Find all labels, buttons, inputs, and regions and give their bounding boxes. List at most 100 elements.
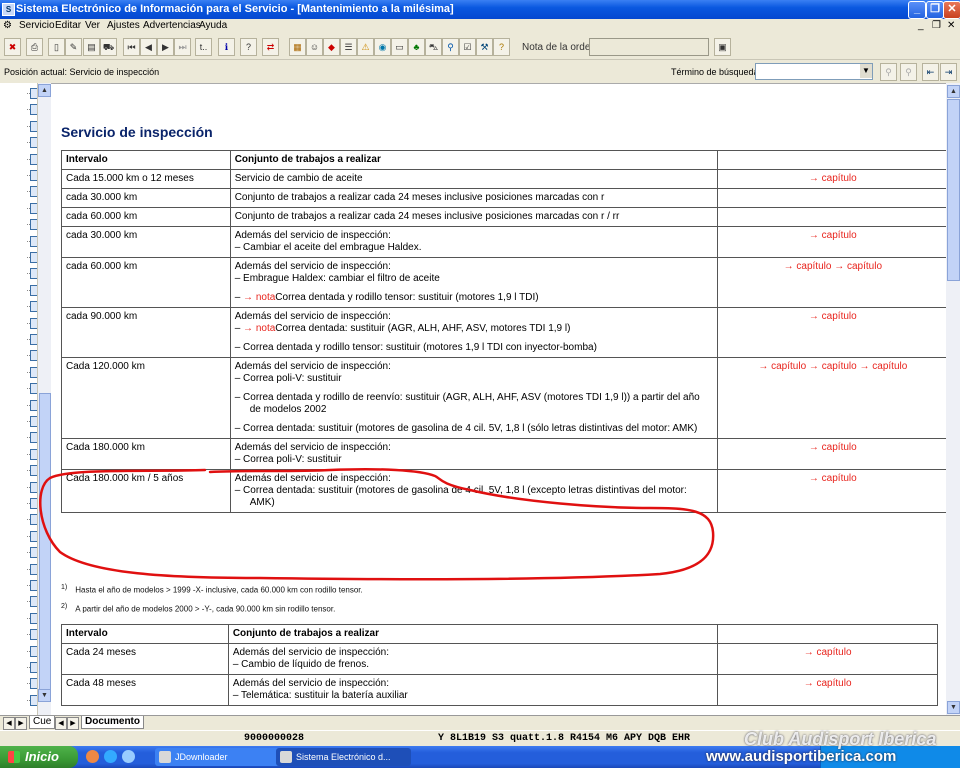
messenger-icon[interactable] bbox=[122, 750, 135, 763]
interval-table-2: Intervalo Conjunto de trabajos a realiza… bbox=[61, 624, 938, 706]
document-scrollbar[interactable]: ▲ ▼ bbox=[946, 83, 960, 715]
menu-ver[interactable]: Ver bbox=[85, 20, 100, 31]
work-cell: Además del servicio de inspección: – Embr… bbox=[229, 257, 718, 308]
chapter-links[interactable]: → capítulo bbox=[716, 226, 946, 258]
warning-icon[interactable]: ⚠ bbox=[357, 38, 374, 56]
tree-scrollbar[interactable]: ▲ ▼ bbox=[37, 83, 51, 715]
first-page-icon[interactable]: ⏮ bbox=[123, 38, 140, 56]
person-icon[interactable]: ☺ bbox=[306, 38, 323, 56]
order-note-field[interactable] bbox=[589, 38, 709, 56]
tools-icon[interactable]: ⚒ bbox=[476, 38, 493, 56]
menu-servicio[interactable]: Servicio bbox=[19, 20, 55, 31]
swap-icon[interactable]: ⇄ bbox=[262, 38, 279, 56]
header-work: Conjunto de trabajos a realizar bbox=[227, 624, 719, 644]
exit-icon[interactable]: ✖ bbox=[4, 38, 21, 56]
chapter-links[interactable]: → capítulo bbox=[716, 169, 946, 189]
car-icon[interactable]: ⛟ bbox=[100, 38, 117, 56]
menu-ayuda[interactable]: Ayuda bbox=[199, 20, 227, 31]
text-icon[interactable]: t.. bbox=[195, 38, 212, 56]
chapter-links[interactable]: → capítulo bbox=[716, 307, 946, 358]
vehicle-icon[interactable]: ⛍ bbox=[425, 38, 442, 56]
work-item[interactable]: – → notaCorrea dentada y rodillo tensor:… bbox=[235, 292, 713, 304]
mdi-minimize-button[interactable]: _ bbox=[918, 20, 924, 31]
nav-forward-icon[interactable]: ⇥ bbox=[940, 63, 957, 81]
grid-icon[interactable]: ▦ bbox=[289, 38, 306, 56]
chapter-links[interactable]: → capítulo bbox=[716, 469, 946, 513]
note-link[interactable]: → nota bbox=[243, 292, 275, 303]
context-help-icon[interactable]: ? bbox=[493, 38, 510, 56]
document-tree[interactable] bbox=[0, 83, 38, 715]
tree-scroll-thumb[interactable] bbox=[39, 393, 51, 695]
chapter-links bbox=[716, 188, 946, 208]
firefox-icon[interactable] bbox=[86, 750, 99, 763]
task-jdownloader[interactable]: JDownloader bbox=[155, 748, 290, 766]
search-dropdown-arrow[interactable]: ▼ bbox=[860, 64, 872, 78]
chapter-links[interactable]: → capítulo bbox=[717, 643, 938, 675]
document-icon[interactable]: ▤ bbox=[83, 38, 100, 56]
edit-icon[interactable]: ✎ bbox=[65, 38, 82, 56]
interval-cell: cada 60.000 km bbox=[61, 257, 231, 308]
ie-icon[interactable] bbox=[104, 750, 117, 763]
help-icon[interactable]: ? bbox=[240, 38, 257, 56]
footnote-mark: 2) bbox=[61, 603, 68, 610]
chapter-links[interactable]: → capítulo → capítulo bbox=[716, 257, 946, 308]
tab-scroll-right-icon[interactable]: ▶ bbox=[15, 717, 27, 730]
work-item: – Cambiar el aceite del embrague Haldex. bbox=[234, 242, 422, 253]
table-row: Cada 180.000 km / 5 años Además del servi… bbox=[61, 469, 946, 513]
tree-scroll-down-icon[interactable]: ▼ bbox=[38, 689, 51, 702]
last-page-icon[interactable]: ⏭ bbox=[174, 38, 191, 56]
book-icon[interactable]: ◆ bbox=[323, 38, 340, 56]
chapter-links[interactable]: → capítulo bbox=[717, 674, 938, 706]
work-text: Conjunto de trabajos a realizar cada 24 … bbox=[234, 211, 620, 222]
scroll-down-icon[interactable]: ▼ bbox=[947, 701, 960, 714]
interval-cell: cada 90.000 km bbox=[61, 307, 231, 358]
order-settings-icon[interactable]: ▣ bbox=[714, 38, 731, 56]
scroll-up-icon[interactable]: ▲ bbox=[947, 85, 960, 98]
prev-page-icon[interactable]: ◀ bbox=[140, 38, 157, 56]
window-title: Sistema Electrónico de Información para … bbox=[16, 3, 454, 15]
mdi-close-button[interactable]: ✕ bbox=[947, 20, 955, 31]
work-text: Además del servicio de inspección: bbox=[234, 261, 391, 272]
list-icon[interactable]: ☰ bbox=[340, 38, 357, 56]
tab-cue[interactable]: Cue bbox=[29, 716, 56, 729]
tab-scroll-left-icon[interactable]: ◀ bbox=[3, 717, 15, 730]
maximize-button[interactable]: ❐ bbox=[926, 1, 944, 19]
checklist-icon[interactable]: ☑ bbox=[459, 38, 476, 56]
new-doc-icon[interactable]: ▯ bbox=[48, 38, 65, 56]
globe-icon[interactable]: ◉ bbox=[374, 38, 391, 56]
start-button[interactable]: Inicio bbox=[0, 746, 78, 768]
nav-back-icon[interactable]: ⇤ bbox=[922, 63, 939, 81]
scroll-thumb[interactable] bbox=[947, 99, 960, 281]
find-next-icon[interactable]: ⚲ bbox=[900, 63, 917, 81]
tab-documento[interactable]: Documento bbox=[81, 716, 144, 729]
bin-icon[interactable]: ▭ bbox=[391, 38, 408, 56]
minimize-button[interactable]: _ bbox=[908, 1, 926, 19]
interval-cell: cada 30.000 km bbox=[61, 188, 231, 208]
menu-editar[interactable]: Editar bbox=[55, 20, 81, 31]
menu-advertencias[interactable]: Advertencias bbox=[143, 20, 201, 31]
work-item: – Telemática: sustituir la batería auxil… bbox=[232, 690, 408, 701]
work-cell: Además del servicio de inspección: – → no… bbox=[229, 307, 718, 358]
chapter-links[interactable]: → capítulo bbox=[716, 438, 946, 470]
tab2-scroll-left-icon[interactable]: ◀ bbox=[55, 717, 67, 730]
note-link[interactable]: → nota bbox=[243, 323, 275, 334]
task-elsa[interactable]: Sistema Electrónico d... bbox=[276, 748, 411, 766]
interval-cell: Cada 15.000 km o 12 meses bbox=[61, 169, 231, 189]
chapter-links[interactable]: → capítulo → capítulo → capítulo bbox=[716, 357, 946, 439]
info-icon[interactable]: ℹ bbox=[218, 38, 235, 56]
search-term-input[interactable] bbox=[755, 63, 873, 80]
header-work: Conjunto de trabajos a realizar bbox=[229, 150, 718, 170]
search-car-icon[interactable]: ⚲ bbox=[442, 38, 459, 56]
tab2-scroll-right-icon[interactable]: ▶ bbox=[67, 717, 79, 730]
work-item[interactable]: – → notaCorrea dentada: sustituir (AGR, … bbox=[235, 323, 713, 335]
leaf-icon[interactable]: ♣ bbox=[408, 38, 425, 56]
tree-scroll-up-icon[interactable]: ▲ bbox=[38, 84, 51, 97]
find-icon[interactable]: ⚲ bbox=[880, 63, 897, 81]
next-page-icon[interactable]: ▶ bbox=[157, 38, 174, 56]
menu-ajustes[interactable]: Ajustes bbox=[107, 20, 140, 31]
close-button[interactable]: ✕ bbox=[943, 1, 960, 19]
work-text: Servicio de cambio de aceite bbox=[234, 173, 363, 184]
print-icon[interactable]: ⎙ bbox=[26, 38, 43, 56]
mdi-restore-button[interactable]: ❐ bbox=[932, 20, 941, 31]
